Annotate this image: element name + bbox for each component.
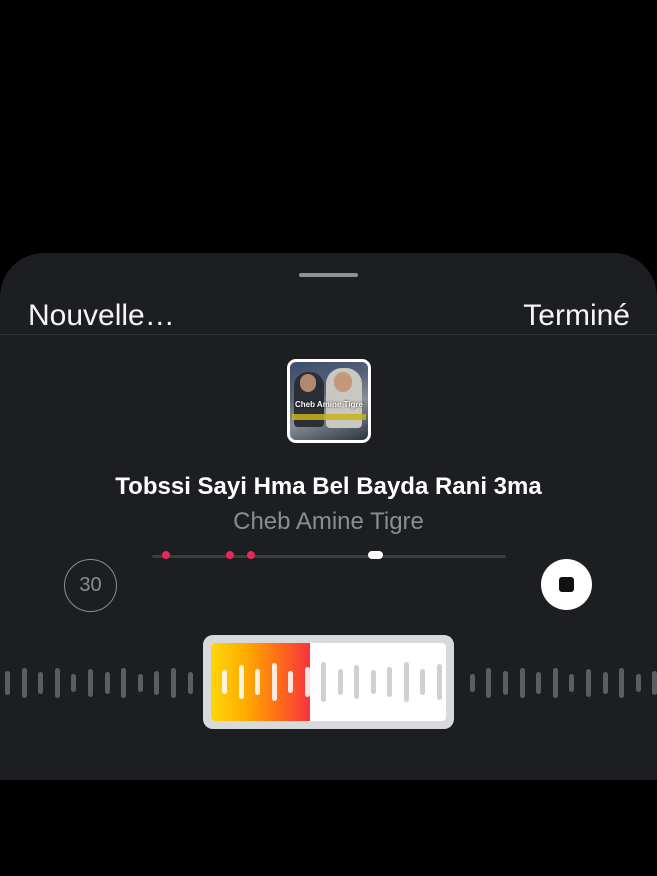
clip-waveform-bar [288,671,293,693]
cover-caption: Cheb Amine Tigre [294,400,363,409]
song-title: Tobssi Sayi Hma Bel Bayda Rani 3ma [115,473,542,500]
timeline-track[interactable] [152,555,506,558]
duration-value: 30 [79,574,102,596]
waveform-bar [121,668,127,698]
stop-button[interactable] [541,559,592,610]
waveform-bar [503,671,508,695]
waveform-bar [552,668,558,698]
waveform-bar [469,674,475,692]
waveform-bar [154,671,160,695]
clip-waveform-bar [222,670,227,694]
waveform-bar [519,668,525,698]
cover-face-right [334,372,352,392]
clip-window [211,643,446,721]
waveform-bar [171,668,176,698]
waveform-bar [187,672,193,694]
waveform-bar [137,674,143,692]
waveform-bar [71,674,77,692]
waveform-bar [54,668,60,698]
waveform-bar [586,669,591,697]
clip-waveform-bar [436,664,442,700]
album-cover: Cheb Amine Tigre [287,359,371,443]
waveform-bar [569,674,575,692]
waveform-bar [104,672,110,694]
new-button[interactable]: Nouvelle… [28,299,175,333]
waveform-bar [38,672,44,694]
done-button[interactable]: Terminé [523,299,630,333]
drag-handle[interactable] [299,273,358,277]
waveform-bar [486,668,492,698]
song-artist: Cheb Amine Tigre [233,508,424,535]
waveform-bar [536,672,542,694]
waveform-bar [88,669,93,697]
clip-waveform-bar [337,669,343,695]
waveform-bar [652,671,657,695]
timeline-marker [225,551,234,559]
cover-face-left [300,374,316,392]
clip-selector[interactable] [203,635,454,729]
music-picker-sheet: Nouvelle… Terminé Cheb Amine Tigre Tobss… [0,253,657,780]
timeline-playhead[interactable] [368,551,384,559]
clip-waveform-bar [304,667,310,697]
cover-caption-strip [292,414,366,420]
waveform-bar [619,668,625,698]
clip-waveform-bar [354,665,359,699]
header-divider [0,334,657,335]
clip-waveform-bar [321,662,326,702]
clip-waveform-bar [420,669,425,695]
duration-button[interactable]: 30 [64,559,117,612]
clip-waveform-bar [271,663,277,701]
stop-icon [559,577,574,592]
clip-waveform-bar [370,670,376,694]
waveform-bar [635,674,641,692]
waveform-bar [21,668,27,698]
clip-waveform-bar [387,667,392,697]
clip-waveform-bar [403,662,409,702]
waveform-bar [602,672,608,694]
clip-waveform-bar [255,669,260,695]
waveform-bar [5,671,10,695]
clip-waveform-bar [238,665,244,699]
